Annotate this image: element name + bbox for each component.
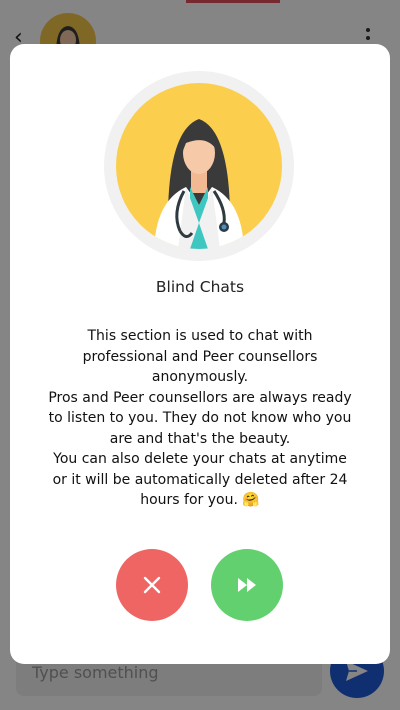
- fast-forward-icon: [238, 578, 256, 592]
- continue-button[interactable]: [211, 549, 283, 621]
- dialog-body: This section is used to chat with profes…: [45, 326, 355, 511]
- blind-chats-dialog: Blind Chats This section is used to chat…: [10, 44, 390, 664]
- close-icon: [143, 576, 161, 594]
- body-paragraph: You can also delete your chats at anytim…: [52, 451, 348, 508]
- dialog-title: Blind Chats: [155, 278, 245, 296]
- body-paragraph: Pros and Peer counsellors are always rea…: [48, 389, 352, 447]
- doctor-avatar: [116, 83, 282, 249]
- avatar-ring: [104, 71, 294, 261]
- body-paragraph: This section is used to chat with profes…: [82, 328, 318, 385]
- close-button[interactable]: [116, 549, 188, 621]
